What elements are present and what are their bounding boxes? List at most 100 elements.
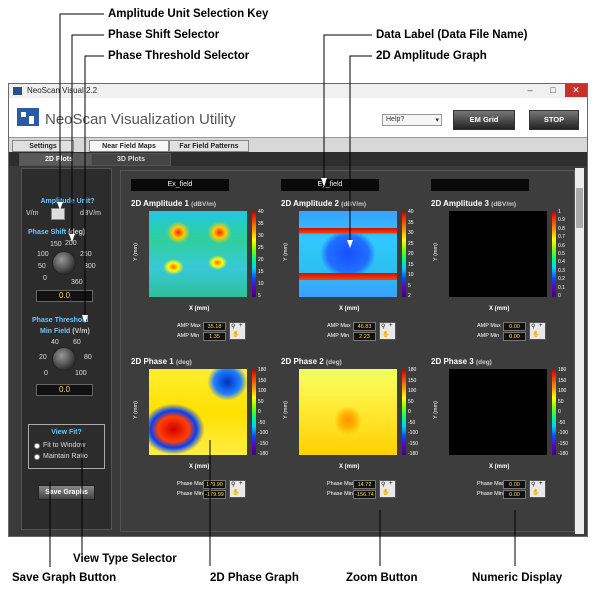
max-label: AMP Max [327,323,351,329]
color-scale-tick: -180 [558,451,569,457]
title-bar: NeoScan Visual 2.2 – □ ✕ [9,84,587,98]
amp-map[interactable] [299,211,397,297]
zoom-button[interactable]: ⚲ + ✋ [229,322,246,340]
graph-unit: (deg) [325,359,342,366]
min-display[interactable]: 2.23 [353,332,376,341]
color-scale-ticks: 1 0.9 0.8 0.7 0.6 0.5 0.4 0.3 0.2 0.1 0 [558,209,572,299]
fit-window-radio[interactable] [34,443,40,449]
tab-near-field[interactable]: Near Field Maps [89,140,169,152]
zoom-button[interactable]: ⚲ + ✋ [229,480,246,498]
color-scale-tick: 50 [408,399,414,405]
color-scale-tick: 50 [558,399,564,405]
graph-title-text: 2D Phase 2 [281,357,324,366]
color-scale-tick: -180 [258,451,269,457]
phase-threshold-knob[interactable] [52,347,76,371]
zoom-button[interactable]: ⚲ + ✋ [529,480,546,498]
plus-icon: + [239,323,243,329]
max-display[interactable]: 179.90 [203,480,226,489]
color-scale-tick: 180 [558,367,567,373]
min-field-unit: (V/m) [72,328,90,335]
th-tick-20: 20 [39,354,47,361]
tab-settings[interactable]: Settings [12,140,74,152]
graph-title-text: 2D Amplitude 2 [281,199,339,208]
th-tick-80: 80 [84,354,92,361]
zoom-button[interactable]: ⚲ + ✋ [529,322,546,340]
min-label: AMP Min [327,333,350,339]
save-graphs-button[interactable]: Save Graphs [38,485,95,500]
phase-shift-unit: (deg) [68,229,86,236]
color-scale-tick: 100 [408,388,417,394]
ps-tick-300: 300 [84,263,96,270]
hand-icon: ✋ [532,490,540,496]
threshold-display[interactable]: 0.0 [36,384,93,396]
maintain-ratio-radio[interactable] [34,454,40,460]
min-field-label: Min Field (V/m) [40,328,90,335]
amp-graph-1: 2D Amplitude 1 (dBV/m) Y (mm) 40 35 30 25 20 15… [131,199,276,349]
max-display[interactable]: 14.72 [353,480,376,489]
phase-graph-2: 2D Phase 2 (deg) Y (mm) 180 150 100 50 0 -50 -10… [281,357,426,507]
max-display[interactable]: 35.18 [203,322,226,331]
phase-map[interactable] [149,369,247,455]
min-display[interactable]: -156.74 [353,490,376,499]
color-scale-tick: 5 [258,293,261,299]
phase-shift-knob[interactable] [52,251,76,275]
zoom-button[interactable]: ⚲ + ✋ [379,322,396,340]
app-logo [17,108,39,126]
max-display[interactable]: 0.00 [503,480,526,489]
color-scale-tick: 1 [558,209,561,215]
color-scale-tick: -150 [408,441,419,447]
min-display[interactable]: 0.00 [503,490,526,499]
max-display[interactable]: 0.00 [503,322,526,331]
amplitude-unit-toggle[interactable] [51,208,65,220]
zoom-icon: ⚲ [231,324,236,330]
color-scale-tick: 30 [258,233,264,239]
phase-shift-display[interactable]: 0.0 [36,290,93,302]
color-scale-tick: 150 [558,378,567,384]
zoom-icon: ⚲ [231,482,236,488]
amp-map[interactable] [149,211,247,297]
hand-icon: ✋ [232,490,240,496]
amp-map[interactable] [449,211,547,297]
graph-unit: (dBV/m) [491,201,517,208]
color-scale-bar [402,211,406,297]
scrollbar-thumb[interactable] [576,188,583,228]
min-display[interactable]: 0.00 [503,332,526,341]
max-display[interactable]: 46.83 [353,322,376,331]
color-scale-tick: 100 [258,388,267,394]
y-axis-label: Y (mm) [133,243,139,261]
color-scale-tick: 20 [258,257,264,263]
stop-button[interactable]: STOP [529,110,579,130]
color-scale-ticks: 40 35 30 25 20 15 10 5 [258,209,272,299]
y-axis-label: Y (mm) [133,401,139,419]
vertical-scrollbar[interactable] [575,168,584,534]
annotation-save-button: Save Graph Button [12,572,117,584]
tab-3d-plots[interactable]: 3D Plots [91,153,171,166]
max-label: Phase Max [177,481,205,487]
ps-tick-250: 250 [80,251,92,258]
color-scale-tick: 35 [258,221,264,227]
color-scale-tick: 10 [258,281,264,287]
tab-2d-plots[interactable]: 2D Plots [19,153,99,166]
min-display[interactable]: 1.35 [203,332,226,341]
fit-window-label: Fit to Window [43,442,86,449]
color-scale-tick: 0.8 [558,226,565,232]
color-scale-tick: 30 [408,230,414,236]
phase-map[interactable] [299,369,397,455]
tab-far-field[interactable]: Far Field Patterns [169,140,249,152]
min-display[interactable]: -179.99 [203,490,226,499]
minimize-icon[interactable]: – [519,84,541,97]
maximize-icon[interactable]: □ [542,84,564,97]
color-scale-tick: 2 [408,293,411,299]
phase-shift-label-text: Phase Shift [28,229,67,236]
help-select[interactable]: Help? ▾ [382,114,442,126]
color-scale-ticks: 180 150 100 50 0 -50 -100 -150 -180 [258,367,272,457]
close-icon[interactable]: ✕ [565,84,587,97]
color-scale-tick: 0.4 [558,259,565,265]
view-fit-label: View Fit? [51,429,82,436]
th-tick-40: 40 [51,339,59,346]
phase-map[interactable] [449,369,547,455]
annotation-data-label: Data Label (Data File Name) [376,29,528,41]
unit-vm-label: V/m [26,210,39,217]
zoom-button[interactable]: ⚲ + ✋ [379,480,396,498]
em-grid-button[interactable]: EM Grid [453,110,515,130]
